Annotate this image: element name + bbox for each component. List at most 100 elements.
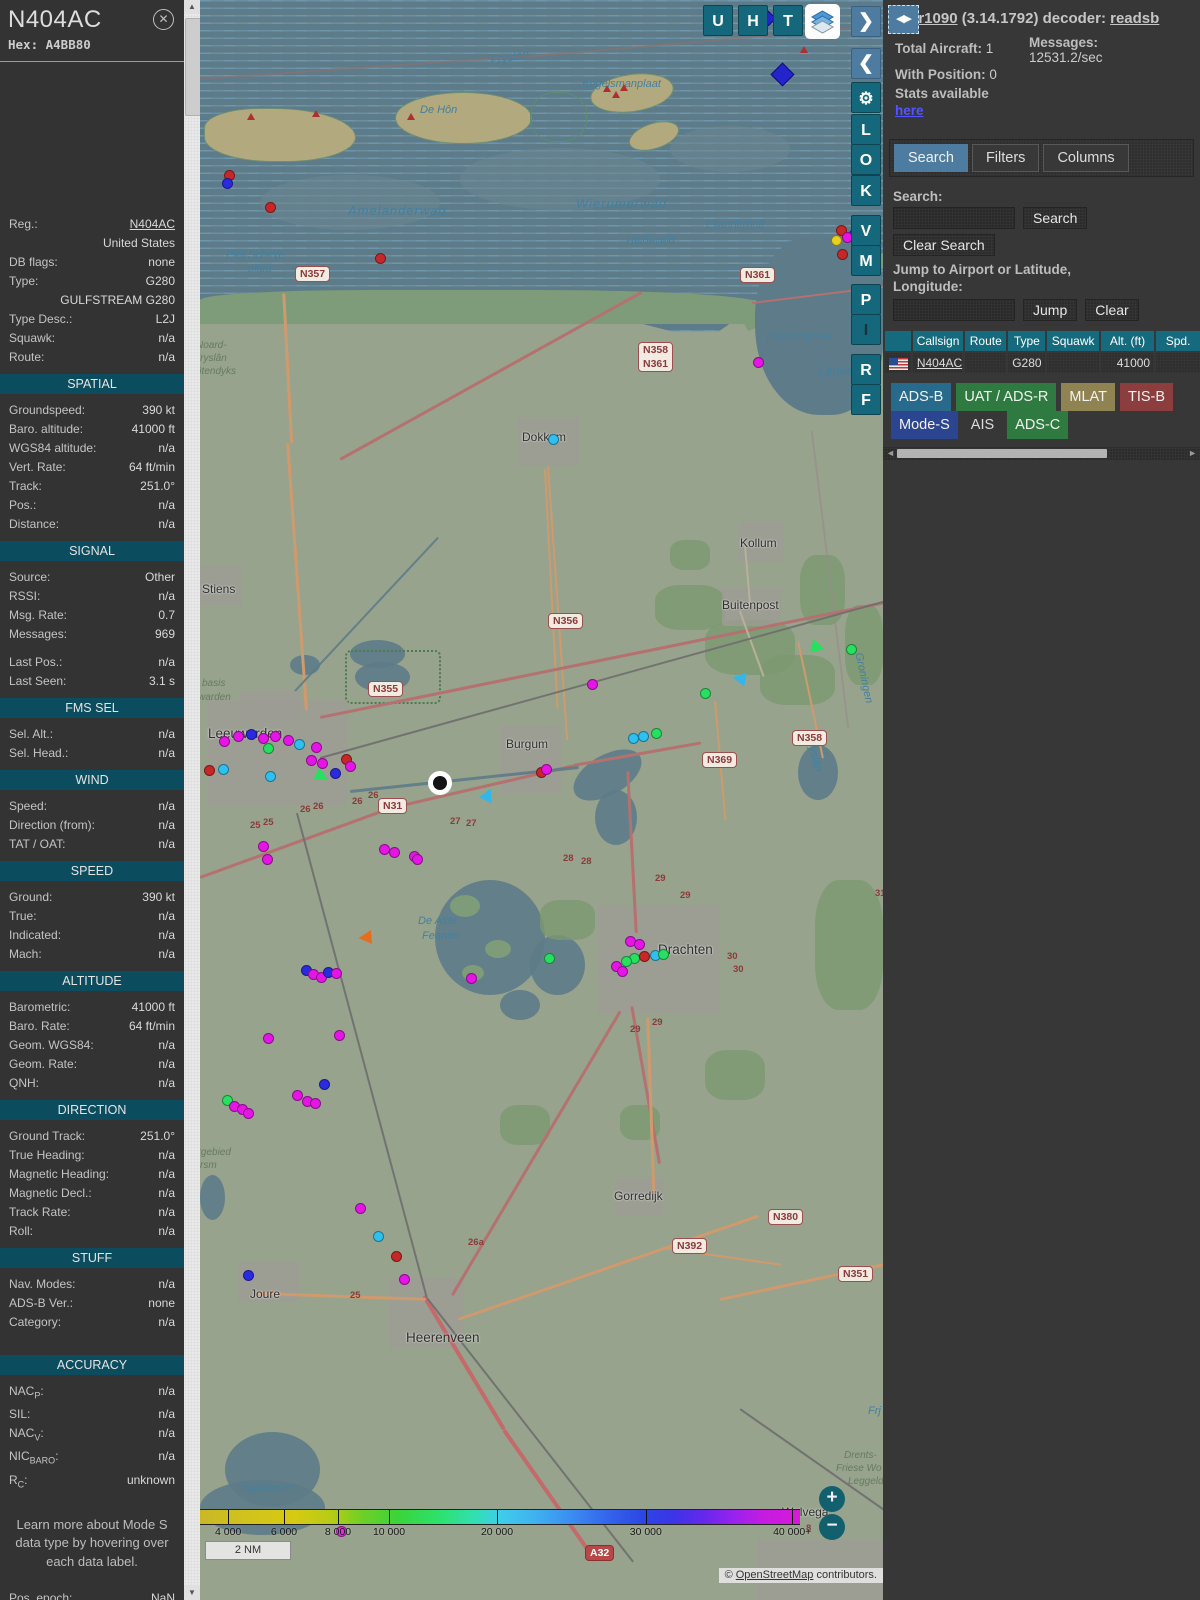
aircraft-dot[interactable] (263, 1033, 274, 1044)
aircraft-dot[interactable] (634, 939, 645, 950)
aircraft-dot[interactable] (837, 249, 848, 260)
aircraft-dot[interactable] (700, 688, 711, 699)
aircraft-dot[interactable] (218, 764, 229, 775)
aircraft-dot[interactable] (283, 735, 294, 746)
aircraft-dot[interactable] (846, 644, 857, 655)
callsign-link[interactable]: N404AC (917, 356, 962, 370)
tab-columns[interactable]: Columns (1043, 144, 1128, 172)
button-I[interactable]: I (851, 314, 881, 345)
aircraft-dot[interactable] (617, 966, 628, 977)
column-header[interactable]: Squawk (1047, 331, 1098, 351)
layers-button[interactable] (805, 4, 840, 39)
aircraft-dot[interactable] (294, 739, 305, 750)
aircraft-dot[interactable] (391, 1251, 402, 1262)
collapse-left-icon[interactable]: ❮ (851, 48, 881, 79)
selected-aircraft-marker[interactable] (428, 771, 452, 795)
settings-icon[interactable]: ⚙ (851, 82, 881, 113)
column-header[interactable]: Spd. (1156, 331, 1200, 351)
aircraft-dot[interactable] (270, 731, 281, 742)
stats-link[interactable]: here (895, 103, 924, 118)
button-P[interactable]: P (851, 284, 881, 315)
aircraft-dot[interactable] (639, 951, 650, 962)
table-horizontal-scrollbar[interactable]: ◄ ► (883, 447, 1200, 460)
aircraft-dot[interactable] (373, 1231, 384, 1242)
aircraft-dot[interactable] (262, 854, 273, 865)
aircraft-dot[interactable] (399, 1274, 410, 1285)
aircraft-dot[interactable] (587, 679, 598, 690)
expand-right-icon[interactable]: ❯ (851, 6, 881, 37)
aircraft-dot[interactable] (412, 854, 423, 865)
map[interactable]: StiensDokkumKollumBuitenpostBurgumLeeuwa… (200, 0, 883, 1600)
aircraft-dot[interactable] (233, 731, 244, 742)
button-K[interactable]: K (851, 175, 881, 206)
tab-search[interactable]: Search (894, 144, 968, 172)
jump-input[interactable] (893, 299, 1015, 321)
button-M[interactable]: M (851, 245, 881, 276)
aircraft-dot[interactable] (541, 764, 552, 775)
aircraft-dot[interactable] (355, 1203, 366, 1214)
search-button[interactable]: Search (1023, 207, 1087, 229)
osm-link[interactable]: OpenStreetMap (736, 1569, 814, 1581)
button-F[interactable]: F (851, 384, 881, 415)
aircraft-dot[interactable] (375, 253, 386, 264)
aircraft-dot[interactable] (345, 761, 356, 772)
aircraft-triangle-icon[interactable] (810, 639, 826, 656)
table-row[interactable]: N404ACG28041000 (885, 353, 1200, 373)
clear-search-button[interactable]: Clear Search (893, 234, 995, 256)
sidebar-scrollbar[interactable]: ▲ ▼ (184, 0, 200, 1600)
button-L[interactable]: L (851, 114, 881, 145)
aircraft-dot[interactable] (651, 728, 662, 739)
aircraft-dot[interactable] (306, 755, 317, 766)
aircraft-dot[interactable] (263, 743, 274, 754)
button-O[interactable]: O (851, 144, 881, 175)
aircraft-dot[interactable] (831, 235, 842, 246)
aircraft-triangle-icon[interactable] (731, 670, 746, 686)
column-header[interactable] (885, 331, 911, 351)
map-button-T[interactable]: T (773, 5, 803, 36)
map-button-H[interactable]: H (738, 5, 768, 36)
jump-clear-button[interactable]: Clear (1085, 299, 1138, 321)
column-header[interactable]: Type (1008, 331, 1045, 351)
source-mode-s[interactable]: Mode-S (891, 411, 958, 439)
map-button-U[interactable]: U (703, 5, 733, 36)
aircraft-dot[interactable] (243, 1270, 254, 1281)
search-input[interactable] (893, 207, 1015, 229)
column-header[interactable]: Callsign (913, 331, 963, 351)
aircraft-dot[interactable] (319, 1079, 330, 1090)
jump-button[interactable]: Jump (1023, 299, 1077, 321)
aircraft-dot[interactable] (334, 1030, 345, 1041)
aircraft-dot[interactable] (621, 956, 632, 967)
column-header[interactable]: Route (965, 331, 1006, 351)
source-ais[interactable]: AIS (963, 411, 1002, 439)
aircraft-dot[interactable] (466, 973, 477, 984)
aircraft-dot[interactable] (310, 1098, 321, 1109)
registration-link[interactable]: N404AC (130, 217, 175, 231)
aircraft-dot[interactable] (265, 771, 276, 782)
aircraft-dot[interactable] (548, 434, 559, 445)
scroll-down-icon[interactable]: ▼ (184, 1586, 200, 1600)
aircraft-dot[interactable] (638, 731, 649, 742)
aircraft-dot[interactable] (219, 736, 230, 747)
source-ads-c[interactable]: ADS-C (1007, 411, 1068, 439)
button-V[interactable]: V (851, 215, 881, 246)
close-icon[interactable]: ✕ (153, 9, 174, 30)
aircraft-dot[interactable] (246, 729, 257, 740)
aircraft-dot[interactable] (753, 357, 764, 368)
button-R[interactable]: R (851, 354, 881, 385)
aircraft-dot[interactable] (243, 1108, 254, 1119)
aircraft-dot[interactable] (204, 765, 215, 776)
scroll-left-icon[interactable]: ◄ (886, 447, 895, 460)
tab-filters[interactable]: Filters (972, 144, 1039, 172)
scrollbar-thumb[interactable] (185, 18, 201, 116)
source-ads-b[interactable]: ADS-B (891, 383, 951, 411)
aircraft-dot[interactable] (331, 968, 342, 979)
aircraft-dot[interactable] (222, 178, 233, 189)
aircraft-triangle-icon[interactable] (358, 930, 372, 945)
source-tis-b[interactable]: TIS-B (1120, 383, 1173, 411)
column-header[interactable]: Alt. (ft) (1101, 331, 1154, 351)
zoom-in-button[interactable]: + (819, 1486, 845, 1512)
source-mlat[interactable]: MLAT (1061, 383, 1115, 411)
aircraft-dot[interactable] (258, 841, 269, 852)
aircraft-dot[interactable] (658, 949, 669, 960)
hscrollbar-thumb[interactable] (897, 449, 1107, 458)
